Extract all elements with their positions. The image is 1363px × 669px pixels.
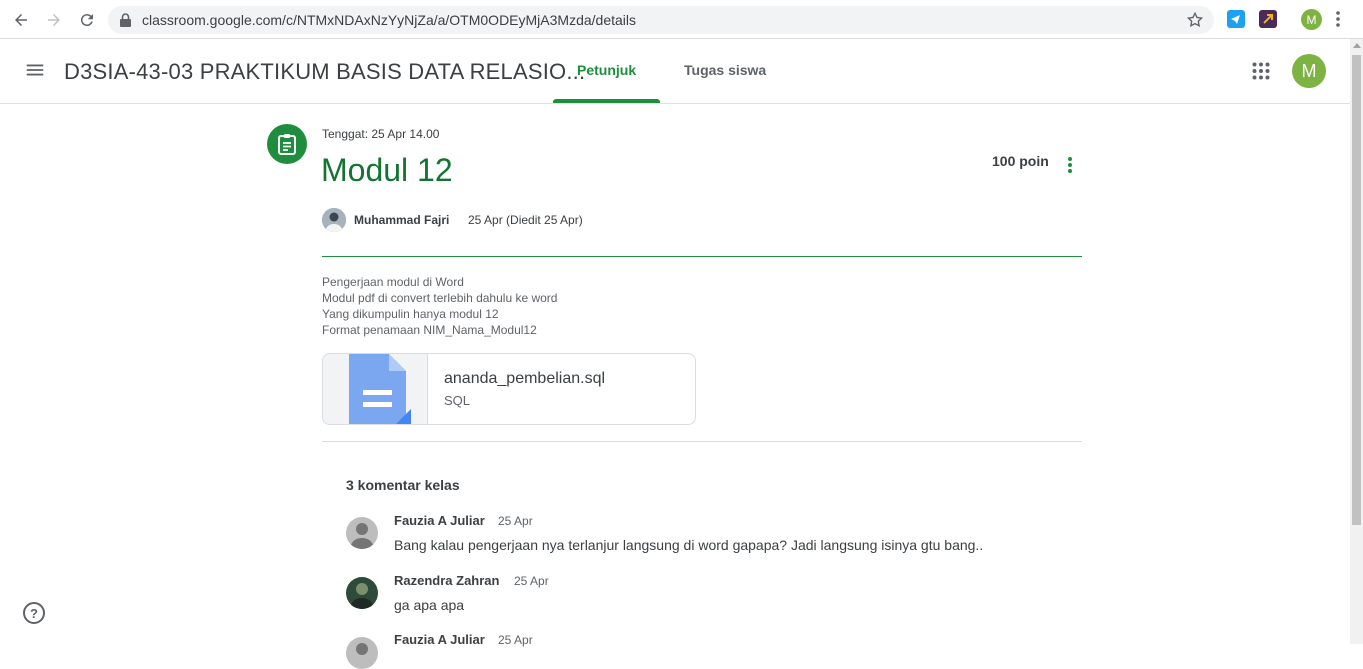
description-line: Yang dikumpulin hanya modul 12 <box>322 307 499 321</box>
scrollbar-thumb[interactable] <box>1352 55 1361 525</box>
section-divider <box>322 441 1082 442</box>
assignment-icon <box>267 124 307 164</box>
assignment-title: Modul 12 <box>321 152 453 188</box>
author-name: Muhammad Fajri <box>354 213 450 227</box>
extension-icon[interactable] <box>1227 10 1245 28</box>
bookmark-star-icon[interactable] <box>1186 11 1204 34</box>
active-tab-indicator <box>553 99 660 103</box>
attachment-filename: ananda_pembelian.sql <box>444 370 606 387</box>
class-comments-heading[interactable]: 3 komentar kelas <box>346 477 460 493</box>
more-options-icon[interactable] <box>1062 155 1078 180</box>
attachment-filetype: SQL <box>444 393 471 408</box>
browser-profile-avatar[interactable]: M <box>1301 9 1322 30</box>
comment-date: 25 Apr <box>514 574 549 588</box>
attachment-thumbnail <box>323 354 428 424</box>
apps-grid-icon[interactable] <box>1252 62 1270 85</box>
account-avatar[interactable]: M <box>1292 54 1326 88</box>
attachment-card[interactable]: ananda_pembelian.sql SQL <box>322 353 696 425</box>
document-icon <box>349 354 411 424</box>
comment-text: ga apa apa <box>394 597 465 613</box>
help-icon[interactable]: ? <box>23 602 45 624</box>
scroll-up-arrow-icon[interactable] <box>1353 43 1361 48</box>
page-scrollbar[interactable] <box>1350 39 1363 644</box>
author-avatar <box>322 208 346 232</box>
comment-date: 25 Apr <box>498 514 533 528</box>
commenter-avatar <box>346 517 378 549</box>
due-date: Tenggat: 25 Apr 14.00 <box>322 127 440 141</box>
course-title[interactable]: D3SIA-43-03 PRAKTIKUM BASIS DATA RELASIO… <box>64 59 585 85</box>
url-text: classroom.google.com/c/NTMxNDAxNzYyNjZa/… <box>142 12 637 28</box>
commenter-avatar <box>346 577 378 609</box>
assignment-description: Pengerjaan modul di Word Modul pdf di co… <box>322 274 557 338</box>
comment-author: Fauzia A Juliar <box>394 632 485 647</box>
lock-icon <box>120 13 131 32</box>
back-icon[interactable] <box>9 8 33 32</box>
points-label: 100 poin <box>992 153 1049 169</box>
comment-author: Razendra Zahran <box>394 573 500 588</box>
title-divider <box>322 256 1082 257</box>
comment-date: 25 Apr <box>498 633 533 647</box>
description-line: Format penamaan NIM_Nama_Modul12 <box>322 323 537 337</box>
menu-icon[interactable] <box>24 59 46 86</box>
comment-author: Fauzia A Juliar <box>394 513 485 528</box>
posted-date: 25 Apr (Diedit 25 Apr) <box>468 213 583 227</box>
tab-petunjuk[interactable]: Petunjuk <box>577 62 636 78</box>
reload-icon[interactable] <box>75 8 99 32</box>
tab-tugas-siswa[interactable]: Tugas siswa <box>684 62 766 78</box>
commenter-avatar <box>346 637 378 669</box>
description-line: Modul pdf di convert terlebih dahulu ke … <box>322 291 558 305</box>
address-bar[interactable]: classroom.google.com/c/NTMxNDAxNzYyNjZa/… <box>108 6 1214 34</box>
forward-icon[interactable] <box>42 8 66 32</box>
comment-text: Bang kalau pengerjaan nya terlanjur lang… <box>394 537 984 553</box>
extension-icon[interactable] <box>1259 10 1277 28</box>
browser-menu-icon[interactable] <box>1336 10 1340 33</box>
browser-toolbar: classroom.google.com/c/NTMxNDAxNzYyNjZa/… <box>0 0 1363 39</box>
description-line: Pengerjaan modul di Word <box>322 275 464 289</box>
app-header: D3SIA-43-03 PRAKTIKUM BASIS DATA RELASIO… <box>0 39 1350 104</box>
